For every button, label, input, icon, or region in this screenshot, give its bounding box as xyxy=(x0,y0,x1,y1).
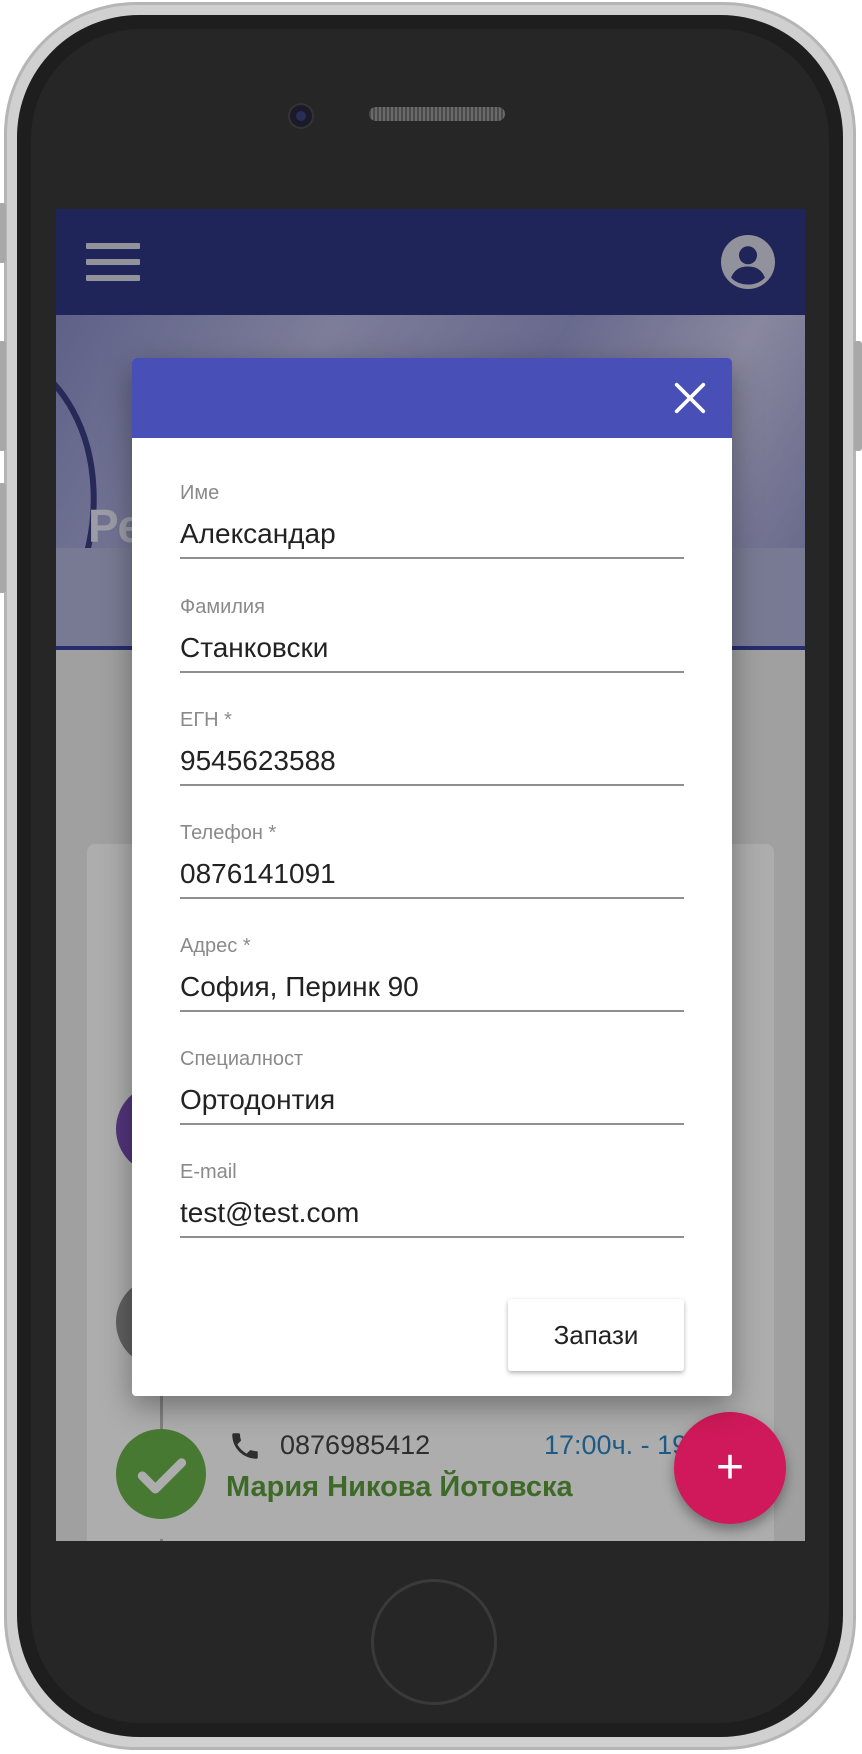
plus-icon: + xyxy=(715,1441,745,1494)
field-underline xyxy=(180,897,684,899)
front-camera xyxy=(288,103,314,129)
specialty-input[interactable] xyxy=(180,1081,684,1119)
field-underline xyxy=(180,557,684,559)
power-button xyxy=(854,341,862,451)
add-button[interactable]: + xyxy=(674,1412,786,1524)
home-button[interactable] xyxy=(371,1579,497,1705)
app-screen: Ре 0876985412 17:00ч. - 19 Мария Никова … xyxy=(56,209,805,1541)
edit-patient-dialog: Име Фамилия ЕГН * Телефон * Адрес * Спец… xyxy=(132,358,732,1396)
email-field: E-mail xyxy=(180,1160,684,1238)
address-input[interactable] xyxy=(180,968,684,1006)
field-label: Телефон * xyxy=(180,822,277,844)
phone-input[interactable] xyxy=(180,855,684,893)
mute-switch xyxy=(0,203,6,263)
first-name-input[interactable] xyxy=(180,515,684,553)
field-underline xyxy=(180,671,684,673)
phone-field: Телефон * xyxy=(180,821,684,899)
save-button[interactable]: Запази xyxy=(508,1299,684,1371)
field-label: ЕГН * xyxy=(180,709,232,731)
field-label: Специалност xyxy=(180,1048,304,1070)
address-field: Адрес * xyxy=(180,934,684,1012)
volume-down-button xyxy=(0,483,6,593)
first-name-field: Име xyxy=(180,481,684,559)
field-label: E-mail xyxy=(180,1161,237,1183)
last-name-input[interactable] xyxy=(180,629,684,667)
field-underline xyxy=(180,1010,684,1012)
last-name-field: Фамилия xyxy=(180,595,684,673)
field-label: Адрес * xyxy=(180,935,251,957)
field-underline xyxy=(180,784,684,786)
close-icon[interactable] xyxy=(670,378,710,418)
volume-up-button xyxy=(0,341,6,451)
field-underline xyxy=(180,1123,684,1125)
field-label: Фамилия xyxy=(180,596,265,618)
specialty-field: Специалност xyxy=(180,1047,684,1125)
dialog-header xyxy=(132,358,732,438)
field-label: Име xyxy=(180,482,220,504)
earpiece-speaker xyxy=(369,107,505,121)
egn-input[interactable] xyxy=(180,742,684,780)
field-underline xyxy=(180,1236,684,1238)
egn-field: ЕГН * xyxy=(180,708,684,786)
email-input[interactable] xyxy=(180,1194,684,1232)
